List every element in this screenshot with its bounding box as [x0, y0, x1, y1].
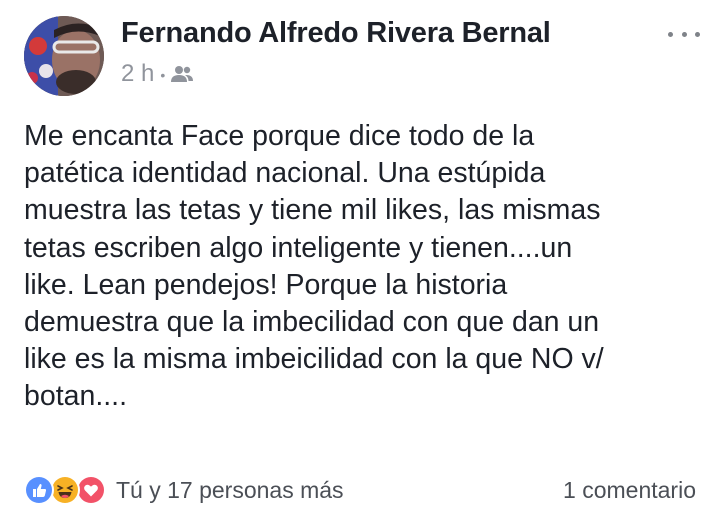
post-card: Fernando Alfredo Rivera Bernal 2 h • Me … — [0, 0, 720, 512]
post-text-line: like es la misma imbeicilidad con la que… — [24, 343, 604, 376]
post-text-line: botan.... — [24, 380, 127, 413]
post-footer: Tú y 17 personas más 1 comentario — [24, 472, 696, 508]
post-text-line: tetas escriben algo inteligente y tienen… — [24, 231, 573, 264]
friends-icon[interactable] — [171, 65, 194, 83]
post-text-line: patética identidad nacional. Una estúpid… — [24, 157, 546, 190]
post-text-line: demuestra que la imbecilidad con que dan… — [24, 306, 600, 339]
post-text-line: like. Lean pendejos! Porque la historia — [24, 268, 508, 301]
post-text-line: muestra las tetas y tiene mil likes, las… — [24, 194, 601, 227]
like-icon — [24, 475, 54, 505]
more-dot — [695, 31, 700, 37]
reactions-summary[interactable]: Tú y 17 personas más — [24, 475, 344, 505]
more-dot — [681, 31, 687, 37]
post-text-line: Me encanta Face porque dice todo de la — [24, 120, 535, 152]
more-options-icon[interactable] — [662, 22, 706, 46]
reactions-count[interactable]: Tú y 17 personas más — [116, 477, 344, 504]
haha-icon — [50, 475, 80, 505]
post-meta: 2 h • — [121, 60, 194, 88]
post-text: Me encanta Face porque dice todo de la p… — [24, 118, 704, 416]
author-avatar[interactable] — [24, 16, 104, 96]
meta-separator: • — [160, 67, 166, 83]
more-dot — [668, 31, 673, 37]
post-timestamp[interactable]: 2 h — [121, 60, 154, 88]
avatar-photo — [24, 16, 104, 96]
comments-count[interactable]: 1 comentario — [563, 477, 696, 504]
author-name[interactable]: Fernando Alfredo Rivera Bernal — [121, 17, 551, 50]
love-icon — [76, 475, 106, 505]
